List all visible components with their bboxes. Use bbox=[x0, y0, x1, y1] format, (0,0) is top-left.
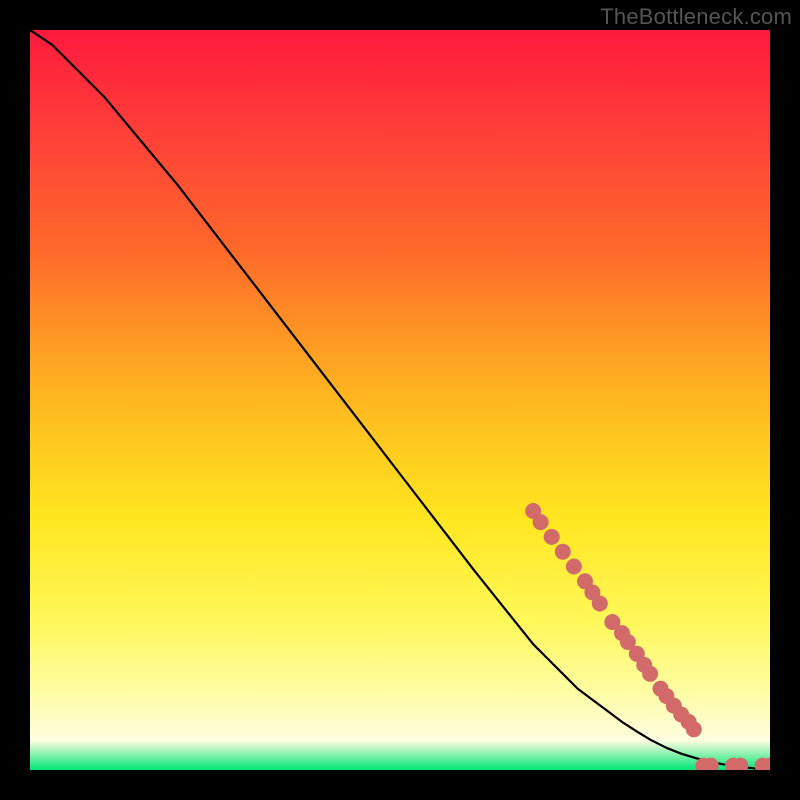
data-marker bbox=[592, 596, 608, 612]
data-marker bbox=[544, 529, 560, 545]
data-marker bbox=[555, 544, 571, 560]
marker-group bbox=[525, 503, 770, 770]
watermark-text: TheBottleneck.com bbox=[600, 4, 792, 30]
data-marker bbox=[642, 666, 658, 682]
curve-line bbox=[30, 30, 770, 769]
chart-svg bbox=[30, 30, 770, 770]
data-marker bbox=[686, 721, 702, 737]
plot-area bbox=[30, 30, 770, 770]
data-marker bbox=[566, 559, 582, 575]
data-marker bbox=[533, 514, 549, 530]
chart-stage: TheBottleneck.com bbox=[0, 0, 800, 800]
